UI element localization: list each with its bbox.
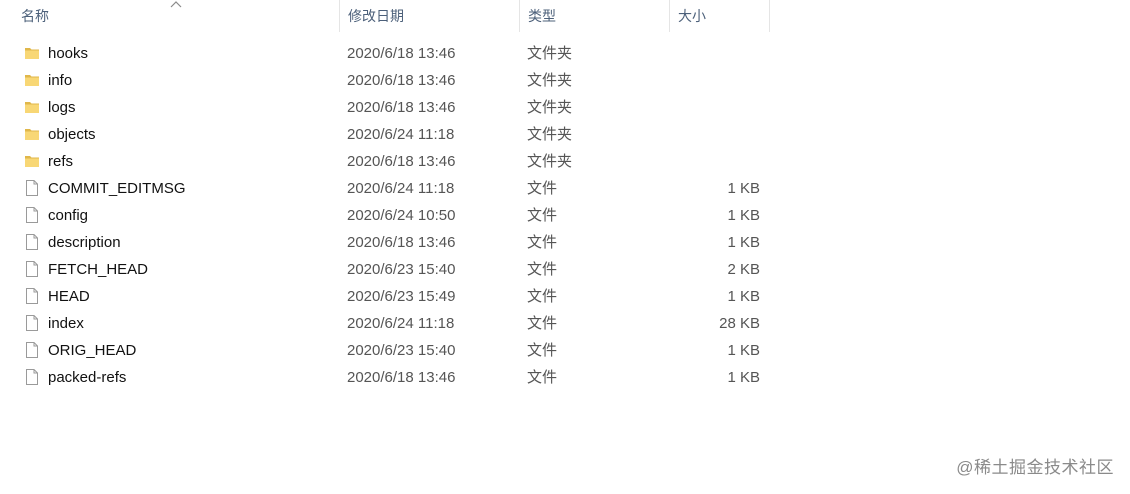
folder-icon bbox=[24, 71, 40, 89]
file-date: 2020/6/24 10:50 bbox=[347, 207, 456, 224]
folder-row[interactable]: refs 2020/6/18 13:46 文件夹 bbox=[0, 148, 780, 175]
file-date: 2020/6/24 11:18 bbox=[347, 315, 455, 332]
file-name: HEAD bbox=[48, 288, 90, 305]
file-type: 文件夹 bbox=[527, 126, 573, 143]
file-row[interactable]: ORIG_HEAD 2020/6/23 15:40 文件 1 KB bbox=[0, 337, 780, 364]
file-size: 2 KB bbox=[727, 261, 760, 278]
file-list: hooks 2020/6/18 13:46 文件夹 info 2020/6/18… bbox=[0, 40, 780, 391]
file-row[interactable]: index 2020/6/24 11:18 文件 28 KB bbox=[0, 310, 780, 337]
file-name: packed-refs bbox=[48, 369, 127, 386]
file-date: 2020/6/23 15:40 bbox=[347, 261, 456, 278]
folder-icon bbox=[24, 125, 40, 143]
file-date: 2020/6/23 15:40 bbox=[347, 342, 456, 359]
file-row[interactable]: description 2020/6/18 13:46 文件 1 KB bbox=[0, 229, 780, 256]
column-header-type[interactable]: 类型 bbox=[519, 0, 669, 32]
file-type: 文件 bbox=[527, 315, 558, 332]
file-name: refs bbox=[48, 153, 74, 170]
file-icon bbox=[24, 233, 40, 251]
file-name: config bbox=[48, 207, 89, 224]
column-header-type-label: 类型 bbox=[528, 8, 556, 24]
file-date: 2020/6/24 11:18 bbox=[347, 126, 455, 143]
file-icon bbox=[24, 368, 40, 386]
file-icon bbox=[24, 287, 40, 305]
file-size: 1 KB bbox=[727, 180, 760, 197]
file-type: 文件夹 bbox=[527, 153, 573, 170]
file-type: 文件 bbox=[527, 288, 558, 305]
file-icon bbox=[24, 206, 40, 224]
folder-icon bbox=[24, 152, 40, 170]
folder-row[interactable]: hooks 2020/6/18 13:46 文件夹 bbox=[0, 40, 780, 67]
file-type: 文件 bbox=[527, 234, 558, 251]
file-date: 2020/6/18 13:46 bbox=[347, 234, 456, 251]
file-size: 1 KB bbox=[727, 342, 760, 359]
column-header-bar: 名称 修改日期 类型 大小 bbox=[0, 0, 770, 32]
file-name: ORIG_HEAD bbox=[48, 342, 137, 359]
file-type: 文件 bbox=[527, 207, 558, 224]
file-type: 文件 bbox=[527, 342, 558, 359]
watermark: @稀土掘金技术社区 bbox=[956, 458, 1114, 477]
file-date: 2020/6/24 11:18 bbox=[347, 180, 455, 197]
file-date: 2020/6/23 15:49 bbox=[347, 288, 456, 305]
file-size: 1 KB bbox=[727, 369, 760, 386]
file-type: 文件夹 bbox=[527, 72, 573, 89]
file-row[interactable]: packed-refs 2020/6/18 13:46 文件 1 KB bbox=[0, 364, 780, 391]
file-row[interactable]: COMMIT_EDITMSG 2020/6/24 11:18 文件 1 KB bbox=[0, 175, 780, 202]
folder-icon bbox=[24, 98, 40, 116]
file-name: index bbox=[48, 315, 84, 332]
file-name: description bbox=[48, 234, 121, 251]
file-date: 2020/6/18 13:46 bbox=[347, 45, 456, 62]
column-header-size-label: 大小 bbox=[678, 8, 706, 24]
file-name: FETCH_HEAD bbox=[48, 261, 149, 278]
file-date: 2020/6/18 13:46 bbox=[347, 72, 456, 89]
file-row[interactable]: FETCH_HEAD 2020/6/23 15:40 文件 2 KB bbox=[0, 256, 780, 283]
column-header-name-label: 名称 bbox=[21, 8, 49, 24]
file-type: 文件夹 bbox=[527, 45, 573, 62]
file-icon bbox=[24, 179, 40, 197]
file-name: objects bbox=[48, 126, 96, 143]
chevron-up-icon bbox=[170, 1, 182, 8]
folder-icon bbox=[24, 44, 40, 62]
column-header-date[interactable]: 修改日期 bbox=[339, 0, 519, 32]
file-name: logs bbox=[48, 99, 76, 116]
file-type: 文件夹 bbox=[527, 99, 573, 116]
file-date: 2020/6/18 13:46 bbox=[347, 153, 456, 170]
file-size: 1 KB bbox=[727, 234, 760, 251]
file-icon bbox=[24, 341, 40, 359]
file-name: info bbox=[48, 72, 73, 89]
column-header-date-label: 修改日期 bbox=[348, 8, 404, 24]
folder-row[interactable]: objects 2020/6/24 11:18 文件夹 bbox=[0, 121, 780, 148]
file-name: hooks bbox=[48, 45, 89, 62]
file-name: COMMIT_EDITMSG bbox=[48, 180, 186, 197]
file-icon bbox=[24, 260, 40, 278]
file-type: 文件 bbox=[527, 261, 558, 278]
file-row[interactable]: HEAD 2020/6/23 15:49 文件 1 KB bbox=[0, 283, 780, 310]
file-size: 1 KB bbox=[727, 207, 760, 224]
folder-row[interactable]: info 2020/6/18 13:46 文件夹 bbox=[0, 67, 780, 94]
file-date: 2020/6/18 13:46 bbox=[347, 99, 456, 116]
file-row[interactable]: config 2020/6/24 10:50 文件 1 KB bbox=[0, 202, 780, 229]
file-size: 28 KB bbox=[719, 315, 760, 332]
file-date: 2020/6/18 13:46 bbox=[347, 369, 456, 386]
file-type: 文件 bbox=[527, 180, 558, 197]
file-icon bbox=[24, 314, 40, 332]
folder-row[interactable]: logs 2020/6/18 13:46 文件夹 bbox=[0, 94, 780, 121]
file-type: 文件 bbox=[527, 369, 558, 386]
column-header-size[interactable]: 大小 bbox=[669, 0, 770, 32]
file-size: 1 KB bbox=[727, 288, 760, 305]
